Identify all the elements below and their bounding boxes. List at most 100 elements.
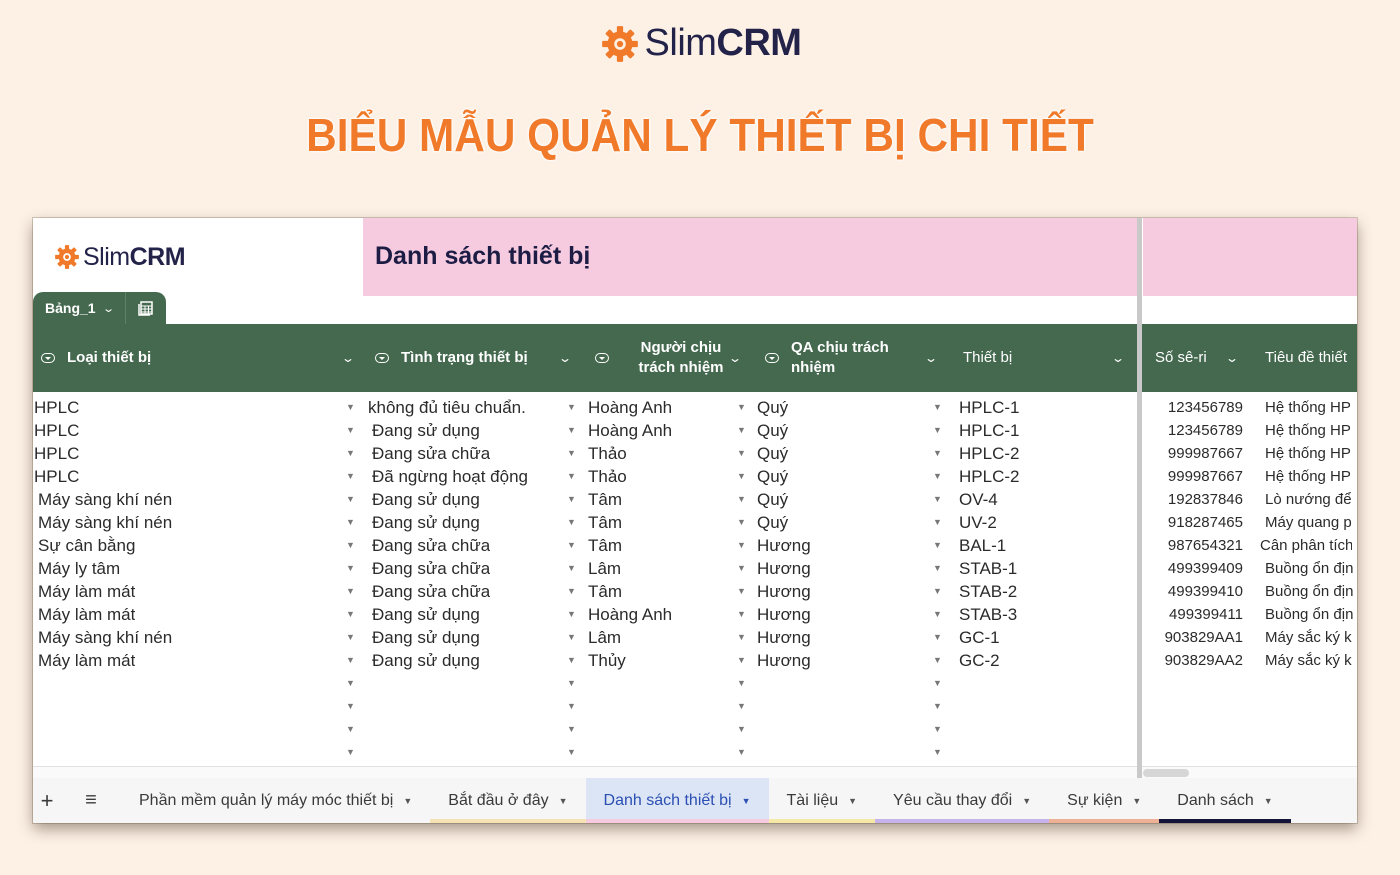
column-header[interactable]: Người chịu trách nhiệm [595,324,741,392]
dropdown-arrow-icon[interactable]: ▼ [346,718,355,741]
column-menu-button[interactable]: ⌄ [1225,324,1239,392]
table-cell[interactable]: OV-4 [959,488,998,511]
table-cell[interactable]: Lâm [588,626,621,649]
table-cell[interactable]: Quý [757,442,788,465]
dropdown-arrow-icon[interactable]: ▼ [933,695,942,718]
table-cell[interactable]: GC-1 [959,626,1000,649]
dropdown-arrow-icon[interactable]: ▼ [567,511,576,534]
table-cell[interactable]: Đang sử dụng [372,626,480,649]
table-cell[interactable]: 999987667 [1161,442,1243,465]
dropdown-arrow-icon[interactable]: ▼ [933,419,942,442]
horizontal-scrollbar[interactable] [33,766,1357,778]
table-cell[interactable]: 918287465 [1161,511,1243,534]
table-cell[interactable]: Hoàng Anh [588,603,672,626]
table-cell[interactable]: STAB-3 [959,603,1017,626]
dropdown-arrow-icon[interactable]: ▼ [346,649,355,672]
table-cell[interactable]: Hương [757,534,811,557]
table-view-button[interactable] [126,292,166,324]
column-menu-button[interactable]: ⌄ [728,324,742,392]
dropdown-arrow-icon[interactable]: ▼ [737,419,746,442]
table-cell[interactable]: 192837846 [1161,488,1243,511]
dropdown-arrow-icon[interactable]: ▼ [933,557,942,580]
dropdown-arrow-icon[interactable]: ▼ [737,396,746,419]
table-cell[interactable]: Lâm [588,557,621,580]
column-header[interactable]: Tiêu đề thiết [1265,324,1347,392]
dropdown-arrow-icon[interactable]: ▼ [933,442,942,465]
dropdown-arrow-icon[interactable]: ▼ [737,672,746,695]
all-sheets-menu-button[interactable]: ≡ [61,789,121,812]
column-header[interactable]: QA chịu trách nhiệm [765,324,931,392]
table-cell[interactable]: HPLC [34,419,79,442]
table-cell[interactable]: 123456789 [1161,396,1243,419]
dropdown-arrow-icon[interactable]: ▼ [567,603,576,626]
dropdown-arrow-icon[interactable]: ▼ [567,419,576,442]
dropdown-arrow-icon[interactable]: ▼ [346,557,355,580]
dropdown-arrow-icon[interactable]: ▼ [933,649,942,672]
dropdown-arrow-icon[interactable]: ▼ [567,442,576,465]
table-cell[interactable]: không đủ tiêu chuẩn. [368,396,526,419]
dropdown-arrow-icon[interactable]: ▼ [933,718,942,741]
sheet-tab[interactable]: Danh sách ▼ [1159,778,1291,823]
dropdown-arrow-icon[interactable]: ▼ [737,442,746,465]
table-cell[interactable]: HPLC [34,396,79,419]
table-cell[interactable]: Thảo [588,442,627,465]
column-menu-button[interactable]: ⌄ [1111,324,1125,392]
table-cell[interactable]: 987654321 [1161,534,1243,557]
dropdown-arrow-icon[interactable]: ▼ [737,511,746,534]
dropdown-arrow-icon[interactable]: ▼ [737,557,746,580]
tab-menu-arrow-icon[interactable]: ▼ [1132,796,1141,806]
table-cell[interactable]: Đang sử dụng [372,603,480,626]
table-cell[interactable]: Tâm [588,511,622,534]
add-sheet-button[interactable]: + [33,788,61,814]
sheet-tab[interactable]: Danh sách thiết bị ▼ [585,778,769,823]
freeze-divider[interactable] [1137,218,1142,778]
dropdown-arrow-icon[interactable]: ▼ [346,580,355,603]
dropdown-arrow-icon[interactable]: ▼ [567,672,576,695]
table-cell[interactable]: Sự cân bằng [38,534,135,557]
dropdown-arrow-icon[interactable]: ▼ [567,488,576,511]
dropdown-arrow-icon[interactable]: ▼ [933,488,942,511]
table-cell[interactable]: Hương [757,626,811,649]
dropdown-arrow-icon[interactable]: ▼ [346,511,355,534]
dropdown-arrow-icon[interactable]: ▼ [933,534,942,557]
table-cell[interactable]: Đang sửa chữa [372,534,490,557]
table-cell[interactable]: Máy ly tâm [38,557,120,580]
table-cell[interactable]: HPLC [34,442,79,465]
tab-menu-arrow-icon[interactable]: ▼ [742,796,751,806]
dropdown-arrow-icon[interactable]: ▼ [737,695,746,718]
table-cell[interactable]: HPLC [34,465,79,488]
table-cell[interactable]: 123456789 [1161,419,1243,442]
dropdown-arrow-icon[interactable]: ▼ [346,488,355,511]
dropdown-arrow-icon[interactable]: ▼ [933,580,942,603]
table-cell[interactable]: 499399409 [1161,557,1243,580]
table-cell[interactable]: Hệ thống HP [1265,396,1357,419]
table-cell[interactable]: GC-2 [959,649,1000,672]
table-cell[interactable]: 499399411 [1161,603,1243,626]
table-cell[interactable]: Máy làm mát [38,580,135,603]
table-cell[interactable]: Máy sắc ký k [1265,649,1357,672]
dropdown-arrow-icon[interactable]: ▼ [737,718,746,741]
dropdown-arrow-icon[interactable]: ▼ [933,465,942,488]
table-cell[interactable]: Máy sàng khí nén [38,511,172,534]
dropdown-arrow-icon[interactable]: ▼ [933,511,942,534]
column-menu-button[interactable]: ⌄ [341,324,355,392]
table-cell[interactable]: HPLC-2 [959,465,1019,488]
dropdown-arrow-icon[interactable]: ▼ [567,557,576,580]
tab-menu-arrow-icon[interactable]: ▼ [1022,796,1031,806]
table-cell[interactable]: Quý [757,396,788,419]
table-cell[interactable]: Quý [757,465,788,488]
sheet-tab[interactable]: Bắt đầu ở đây ▼ [430,778,586,823]
dropdown-arrow-icon[interactable]: ▼ [567,465,576,488]
table-cell[interactable]: Hương [757,557,811,580]
table-cell[interactable]: Máy sàng khí nén [38,626,172,649]
table-cell[interactable]: Đang sử dụng [372,488,480,511]
dropdown-arrow-icon[interactable]: ▼ [346,419,355,442]
table-cell[interactable]: STAB-2 [959,580,1017,603]
column-header[interactable]: Tình trạng thiết bị [375,324,528,392]
table-cell[interactable]: Máy làm mát [38,649,135,672]
dropdown-arrow-icon[interactable]: ▼ [346,603,355,626]
dropdown-arrow-icon[interactable]: ▼ [346,534,355,557]
dropdown-arrow-icon[interactable]: ▼ [567,534,576,557]
column-header[interactable]: Loại thiết bị [41,324,151,392]
table-cell[interactable]: Buồng ổn địn [1265,580,1357,603]
